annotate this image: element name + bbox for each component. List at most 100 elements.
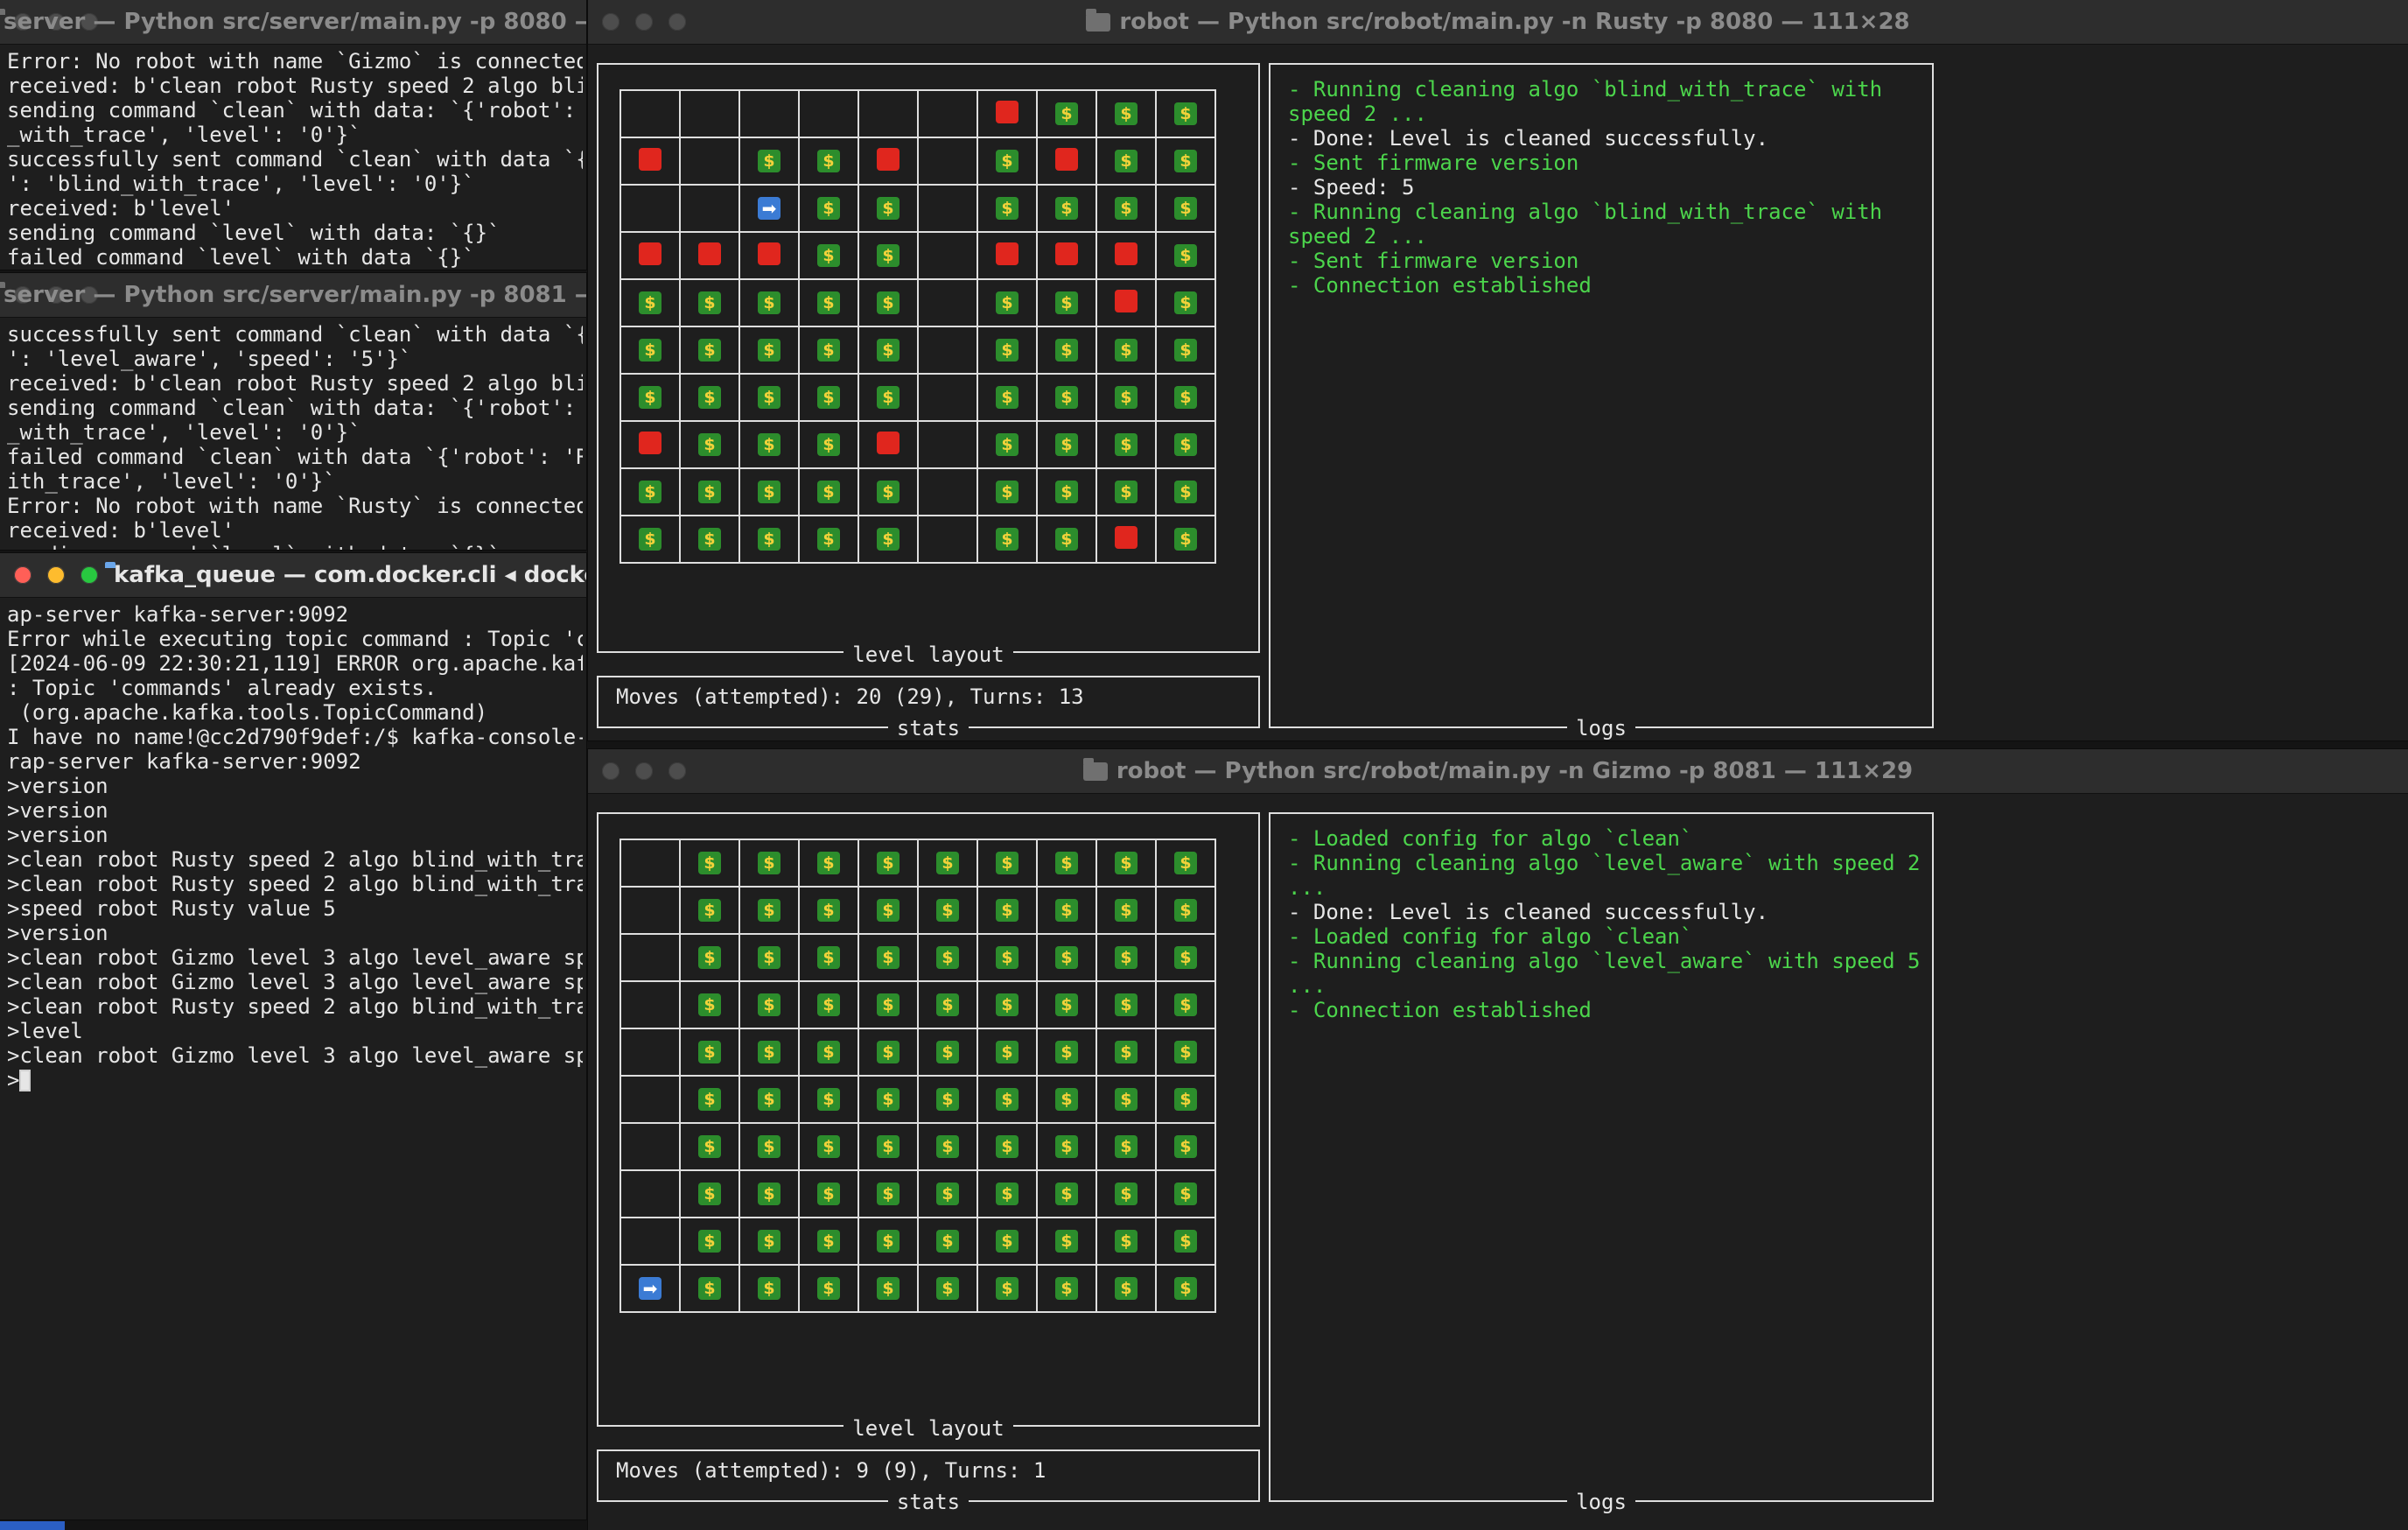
money-bag-icon: $ xyxy=(698,946,721,969)
grid-cell: $ xyxy=(976,1028,1038,1077)
grid-cell: $ xyxy=(798,1122,859,1171)
server-8081-window[interactable]: server — Python src/server/main.py -p 80… xyxy=(0,273,586,550)
money-bag-icon: $ xyxy=(877,946,900,969)
money-bag-icon: $ xyxy=(698,1088,721,1111)
grid-cell: $ xyxy=(679,1075,740,1124)
money-bag-icon: $ xyxy=(698,291,721,314)
grid-row: $ $ $ $ $ $ $ $ $ xyxy=(620,467,1216,516)
money-bag-icon: $ xyxy=(1174,1088,1197,1111)
money-bag-icon: $ xyxy=(1174,386,1197,409)
log-line: speed 2 ... xyxy=(1288,102,1427,126)
money-bag-icon: $ xyxy=(698,852,721,874)
terminal-line: sending command `clean` with data: `{'ro… xyxy=(7,396,577,420)
stats-label: stats xyxy=(887,1490,970,1514)
money-bag-icon: $ xyxy=(877,1183,900,1205)
money-bag-icon: $ xyxy=(877,481,900,503)
money-bag-icon: $ xyxy=(1115,1088,1138,1111)
grid-cell: $ xyxy=(858,373,919,422)
grid-cell xyxy=(620,137,681,186)
grid-row: ➡ $ $ $ $ $ $ $ $ $ xyxy=(620,1264,1216,1313)
obstacle-red-square-icon xyxy=(639,148,662,171)
title-bar[interactable]: robot — Python src/robot/main.py -n Gizm… xyxy=(588,749,2408,794)
grid-cell: $ xyxy=(917,1217,978,1266)
money-bag-icon: $ xyxy=(817,852,840,874)
grid-cell xyxy=(620,231,681,280)
grid-cell: $ xyxy=(1155,1075,1216,1124)
level-grid: $ $ $ $ $ $ $ $ $ $ $ $ $ $ $ $ $ $ $ $ $ $ $ $ $ $ $ $ $ $ $ $ $ $ $ $ $ $ $ $… xyxy=(620,839,1216,1313)
terminal-output[interactable]: ap-server kafka-server:9092 Error while e… xyxy=(7,602,583,1519)
money-bag-icon: $ xyxy=(996,1088,1018,1111)
grid-cell: $ xyxy=(738,420,800,469)
stats-text: Moves (attempted): 20 (29), Turns: 13 xyxy=(616,684,1084,709)
money-bag-icon: $ xyxy=(936,1088,959,1111)
money-bag-icon: $ xyxy=(877,993,900,1016)
money-bag-icon: $ xyxy=(639,528,662,551)
log-line: - Running cleaning algo `level_aware` wi… xyxy=(1288,949,1921,973)
title-bar[interactable]: robot — Python src/robot/main.py -n Rust… xyxy=(588,0,2408,45)
money-bag-icon: $ xyxy=(817,1135,840,1158)
money-bag-icon: $ xyxy=(877,291,900,314)
money-bag-icon: $ xyxy=(1174,150,1197,172)
grid-cell: $ xyxy=(738,515,800,564)
grid-cell: $ xyxy=(976,515,1038,564)
money-bag-icon: $ xyxy=(877,339,900,361)
robot-gizmo-window[interactable]: robot — Python src/robot/main.py -n Gizm… xyxy=(588,749,2408,1530)
grid-cell: $ xyxy=(620,467,681,516)
terminal-output[interactable]: successfully sent command `clean` with d… xyxy=(7,322,583,550)
grid-cell: $ xyxy=(976,278,1038,327)
money-bag-icon: $ xyxy=(1115,433,1138,456)
money-bag-icon: $ xyxy=(877,1041,900,1063)
robot-rusty-window[interactable]: robot — Python src/robot/main.py -n Rust… xyxy=(588,0,2408,740)
terminal-line: >speed robot Rusty value 5 xyxy=(7,896,336,921)
money-bag-icon: $ xyxy=(1174,481,1197,503)
dock-indicator xyxy=(0,1521,65,1530)
server-8080-window[interactable]: server — Python src/server/main.py -p 80… xyxy=(0,0,586,270)
grid-cell: $ xyxy=(798,1169,859,1218)
grid-cell: $ xyxy=(858,515,919,564)
grid-row: $ $ $ $ $ $ $ $ $ xyxy=(620,933,1216,982)
terminal-line: received: b'level' xyxy=(7,196,235,221)
grid-cell xyxy=(620,184,681,233)
grid-cell: $ xyxy=(738,980,800,1029)
grid-cell: $ xyxy=(976,886,1038,935)
grid-cell xyxy=(738,89,800,138)
title-bar[interactable]: server — Python src/server/main.py -p 80… xyxy=(0,273,586,318)
terminal-line: [2024-06-09 22:30:21,119] ERROR org.apac… xyxy=(7,651,583,676)
grid-cell: $ xyxy=(679,1264,740,1313)
grid-cell: $ xyxy=(1155,933,1216,982)
terminal-output[interactable]: Error: No robot with name `Gizmo` is con… xyxy=(7,49,583,270)
money-bag-icon: $ xyxy=(877,386,900,409)
grid-cell: $ xyxy=(1155,89,1216,138)
log-line: - Connection established xyxy=(1288,273,1592,298)
terminal-line: successfully sent command `clean` with d… xyxy=(7,322,583,347)
money-bag-icon: $ xyxy=(758,1088,780,1111)
money-bag-icon: $ xyxy=(817,150,840,172)
kafka-queue-window[interactable]: kafka_queue — com.docker.cli ◂ docker ru… xyxy=(0,553,586,1519)
money-bag-icon: $ xyxy=(1174,291,1197,314)
obstacle-red-square-icon xyxy=(877,432,900,454)
money-bag-icon: $ xyxy=(817,1277,840,1300)
robot-arrow-icon: ➡ xyxy=(758,197,780,220)
terminal-line: _with_trace', 'level': '0'}` xyxy=(7,123,361,147)
money-bag-icon: $ xyxy=(1115,150,1138,172)
grid-cell: $ xyxy=(858,933,919,982)
title-bar[interactable]: server — Python src/server/main.py -p 80… xyxy=(0,0,586,45)
grid-cell: $ xyxy=(679,1169,740,1218)
grid-cell: $ xyxy=(679,420,740,469)
terminal-line: ': 'blind_with_trace', 'level': '0'}` xyxy=(7,172,475,196)
money-bag-icon: $ xyxy=(996,386,1018,409)
grid-cell: $ xyxy=(798,1217,859,1266)
log-line: - Speed: 5 xyxy=(1288,175,1415,200)
grid-row: $ $ $ $ $ $ $ $ $ xyxy=(620,373,1216,422)
log-line: ... xyxy=(1288,875,1326,900)
money-bag-icon: $ xyxy=(996,1277,1018,1300)
grid-cell xyxy=(858,89,919,138)
money-bag-icon: $ xyxy=(758,386,780,409)
money-bag-icon: $ xyxy=(996,291,1018,314)
money-bag-icon: $ xyxy=(698,386,721,409)
grid-cell xyxy=(1036,231,1097,280)
money-bag-icon: $ xyxy=(1115,386,1138,409)
terminal-line: ap-server kafka-server:9092 xyxy=(7,602,349,627)
grid-cell: $ xyxy=(679,839,740,888)
title-bar[interactable]: kafka_queue — com.docker.cli ◂ docker ru… xyxy=(0,553,586,598)
